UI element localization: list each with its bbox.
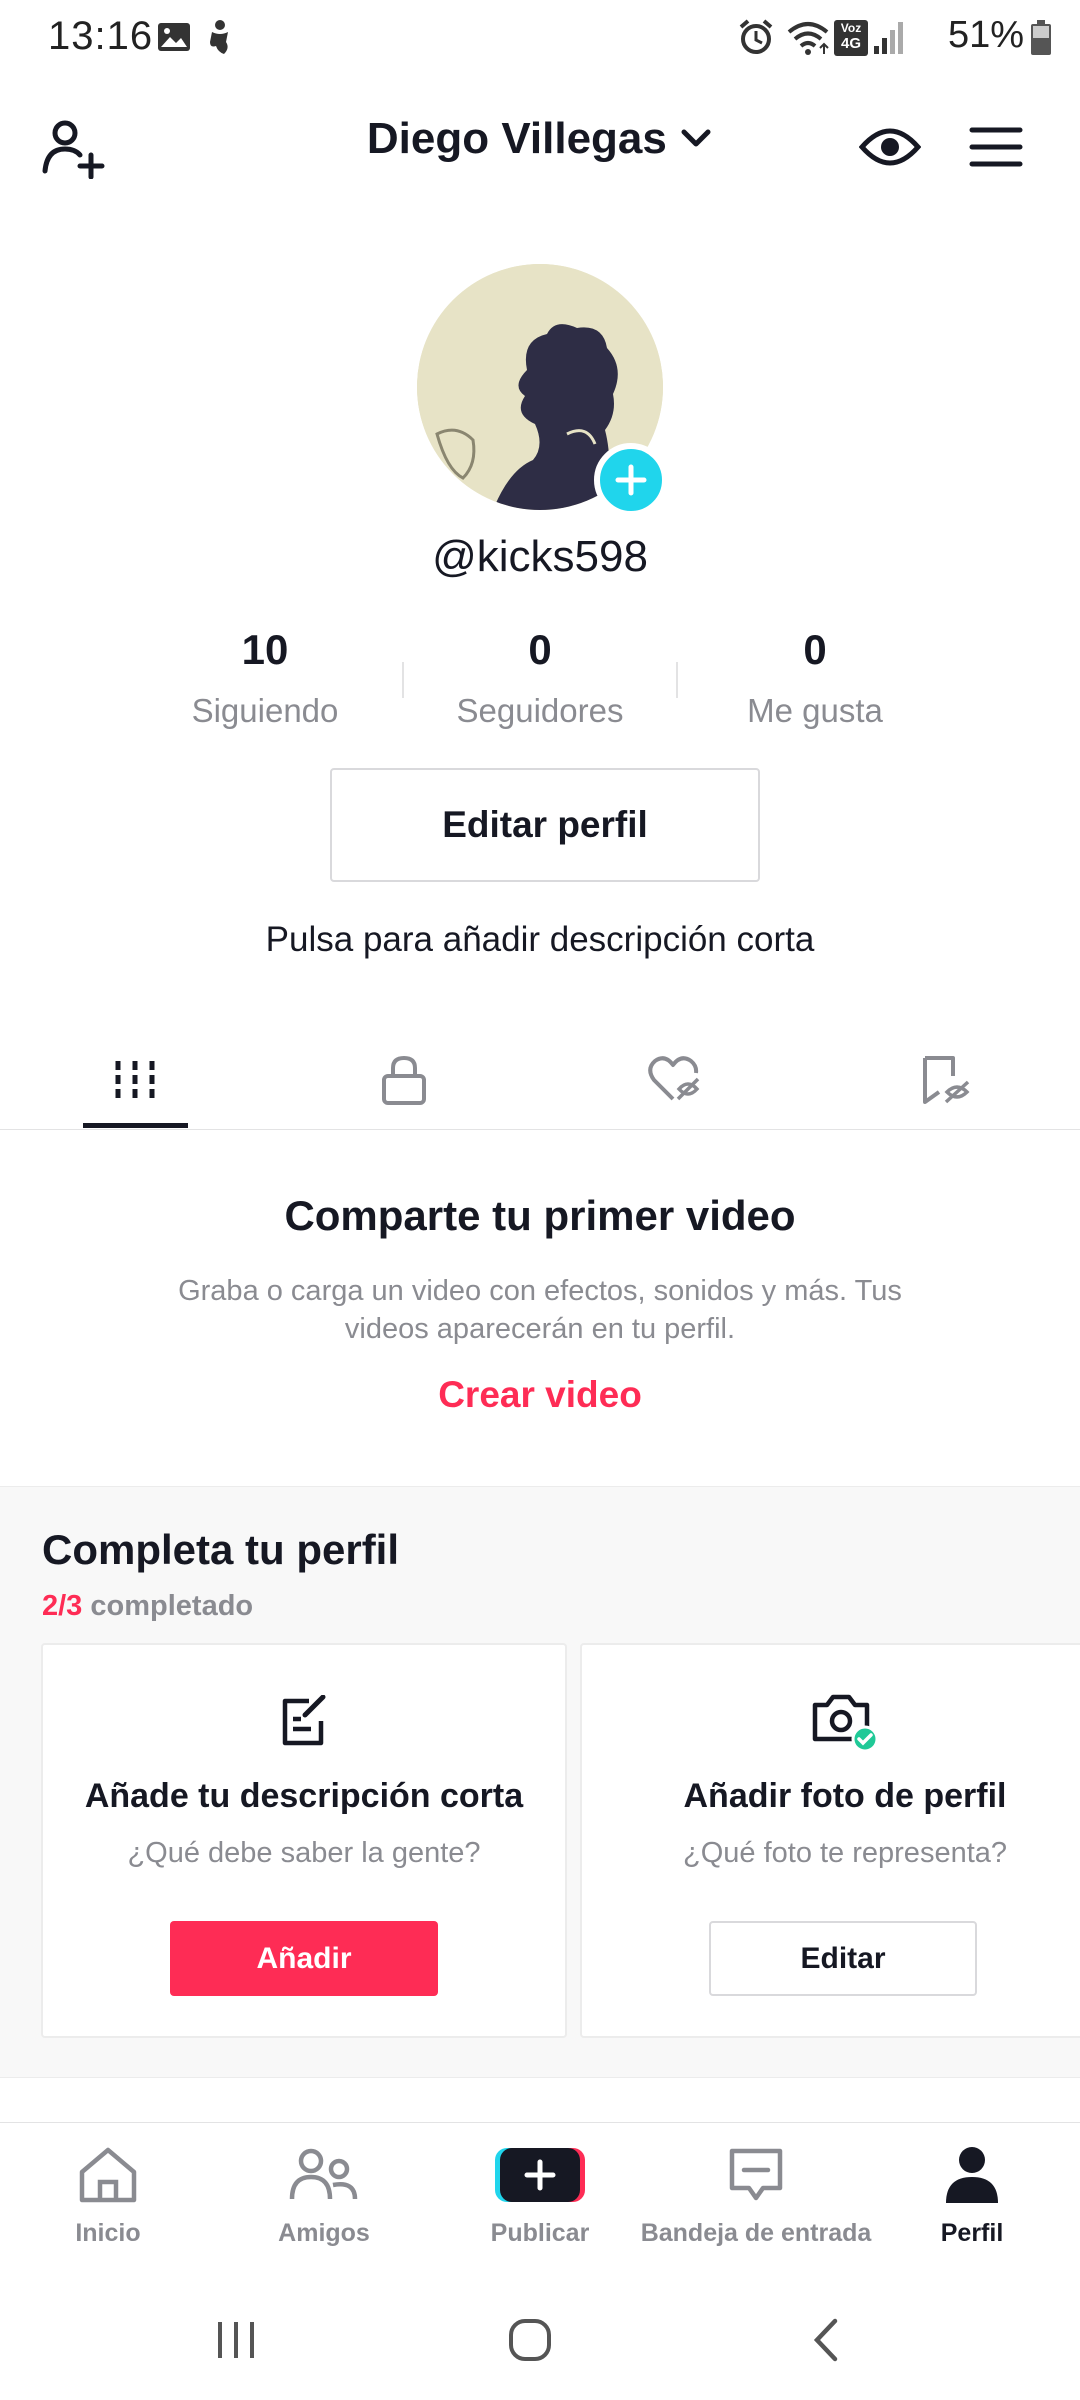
wifi-icon bbox=[786, 20, 832, 56]
nav-friends[interactable]: Amigos bbox=[216, 2140, 432, 2250]
bio-hint[interactable]: Pulsa para añadir descripción corta bbox=[0, 920, 1080, 960]
tab-private[interactable] bbox=[344, 1040, 464, 1120]
nav-label: Perfil bbox=[940, 2218, 1004, 2247]
recents-icon[interactable] bbox=[176, 2300, 296, 2380]
volte-4g-icon: Voz 4G bbox=[834, 20, 868, 56]
stat-value: 0 bbox=[803, 626, 827, 673]
divider bbox=[676, 662, 678, 698]
tab-saved[interactable] bbox=[886, 1040, 1006, 1120]
nav-create[interactable]: Publicar bbox=[432, 2140, 648, 2250]
card-subtitle: ¿Qué foto te representa? bbox=[682, 1837, 1008, 1869]
card-add-bio: Añade tu descripción corta ¿Qué debe sab… bbox=[41, 1643, 567, 2038]
card-add-photo: Añadir foto de perfil ¿Qué foto te repre… bbox=[580, 1643, 1080, 2038]
heart-hidden-icon bbox=[648, 1056, 700, 1101]
home-circle-icon[interactable] bbox=[470, 2300, 590, 2380]
tab-videos[interactable] bbox=[75, 1040, 195, 1120]
stat-followers[interactable]: 0 Seguidores bbox=[420, 626, 660, 730]
complete-profile-progress: 2/3 completado bbox=[42, 1590, 253, 1623]
back-icon[interactable] bbox=[766, 2300, 886, 2380]
nav-label: Bandeja de entrada bbox=[640, 2218, 872, 2247]
stat-likes[interactable]: 0 Me gusta bbox=[695, 626, 935, 730]
nav-label: Publicar bbox=[490, 2218, 590, 2247]
chevron-down-icon bbox=[679, 114, 713, 164]
accessibility-icon bbox=[204, 18, 236, 56]
add-bio-button[interactable]: Añadir bbox=[170, 1921, 438, 1996]
stat-label: Siguiendo bbox=[191, 692, 339, 729]
nav-label: Inicio bbox=[75, 2218, 141, 2247]
nav-profile[interactable]: Perfil bbox=[864, 2140, 1080, 2250]
home-icon bbox=[77, 2143, 139, 2207]
divider bbox=[0, 2122, 1080, 2123]
profile-icon bbox=[944, 2143, 1000, 2207]
nav-inbox[interactable]: Bandeja de entrada bbox=[641, 2140, 871, 2250]
edit-note-icon bbox=[43, 1689, 565, 1755]
alarm-icon bbox=[738, 18, 774, 56]
tab-active-indicator bbox=[83, 1123, 188, 1128]
divider bbox=[402, 662, 404, 698]
stat-label: Me gusta bbox=[747, 692, 883, 729]
progress-label: completado bbox=[90, 1590, 254, 1622]
create-video-link[interactable]: Crear video bbox=[0, 1374, 1080, 1416]
edit-profile-button[interactable]: Editar perfil bbox=[330, 768, 760, 882]
empty-state-title: Comparte tu primer video bbox=[284, 1192, 796, 1239]
edit-photo-button[interactable]: Editar bbox=[709, 1921, 977, 1996]
nav-home[interactable]: Inicio bbox=[0, 2140, 216, 2250]
friends-icon bbox=[289, 2143, 359, 2207]
status-time: 13:16 bbox=[48, 14, 154, 58]
stat-value: 0 bbox=[528, 626, 552, 673]
camera-check-icon bbox=[582, 1689, 1080, 1755]
lock-icon bbox=[382, 1055, 426, 1105]
inbox-icon bbox=[727, 2143, 785, 2207]
battery-icon bbox=[1030, 20, 1052, 56]
empty-state-description: Graba o carga un video con efectos, soni… bbox=[178, 1275, 902, 1345]
bookmark-hidden-icon bbox=[923, 1056, 970, 1104]
profile-name: Diego Villegas bbox=[366, 114, 667, 164]
avatar-add-button[interactable] bbox=[594, 443, 668, 517]
network-label: 4G bbox=[840, 35, 861, 52]
progress-fraction: 2/3 bbox=[42, 1590, 83, 1622]
plus-icon bbox=[615, 464, 647, 496]
profile-handle: @kicks598 bbox=[432, 532, 648, 581]
hamburger-menu-icon[interactable] bbox=[956, 112, 1036, 182]
card-subtitle: ¿Qué debe saber la gente? bbox=[127, 1837, 481, 1869]
grid-icon bbox=[115, 1061, 155, 1099]
create-plus-icon bbox=[495, 2143, 585, 2207]
stat-label: Seguidores bbox=[456, 692, 624, 729]
volte-label: Voz bbox=[840, 21, 862, 35]
complete-profile-title: Completa tu perfil bbox=[42, 1526, 400, 1573]
card-title: Añade tu descripción corta bbox=[84, 1777, 524, 1815]
gallery-icon bbox=[157, 22, 191, 52]
eye-icon[interactable] bbox=[850, 112, 930, 182]
tab-liked[interactable] bbox=[615, 1040, 735, 1120]
stat-following[interactable]: 10 Siguiendo bbox=[145, 626, 385, 730]
divider bbox=[0, 1129, 1080, 1130]
signal-icon bbox=[872, 20, 904, 56]
stat-value: 10 bbox=[241, 626, 289, 673]
battery-percent: 51% bbox=[947, 14, 1024, 56]
card-title: Añadir foto de perfil bbox=[683, 1777, 1007, 1815]
nav-label: Amigos bbox=[278, 2218, 370, 2247]
